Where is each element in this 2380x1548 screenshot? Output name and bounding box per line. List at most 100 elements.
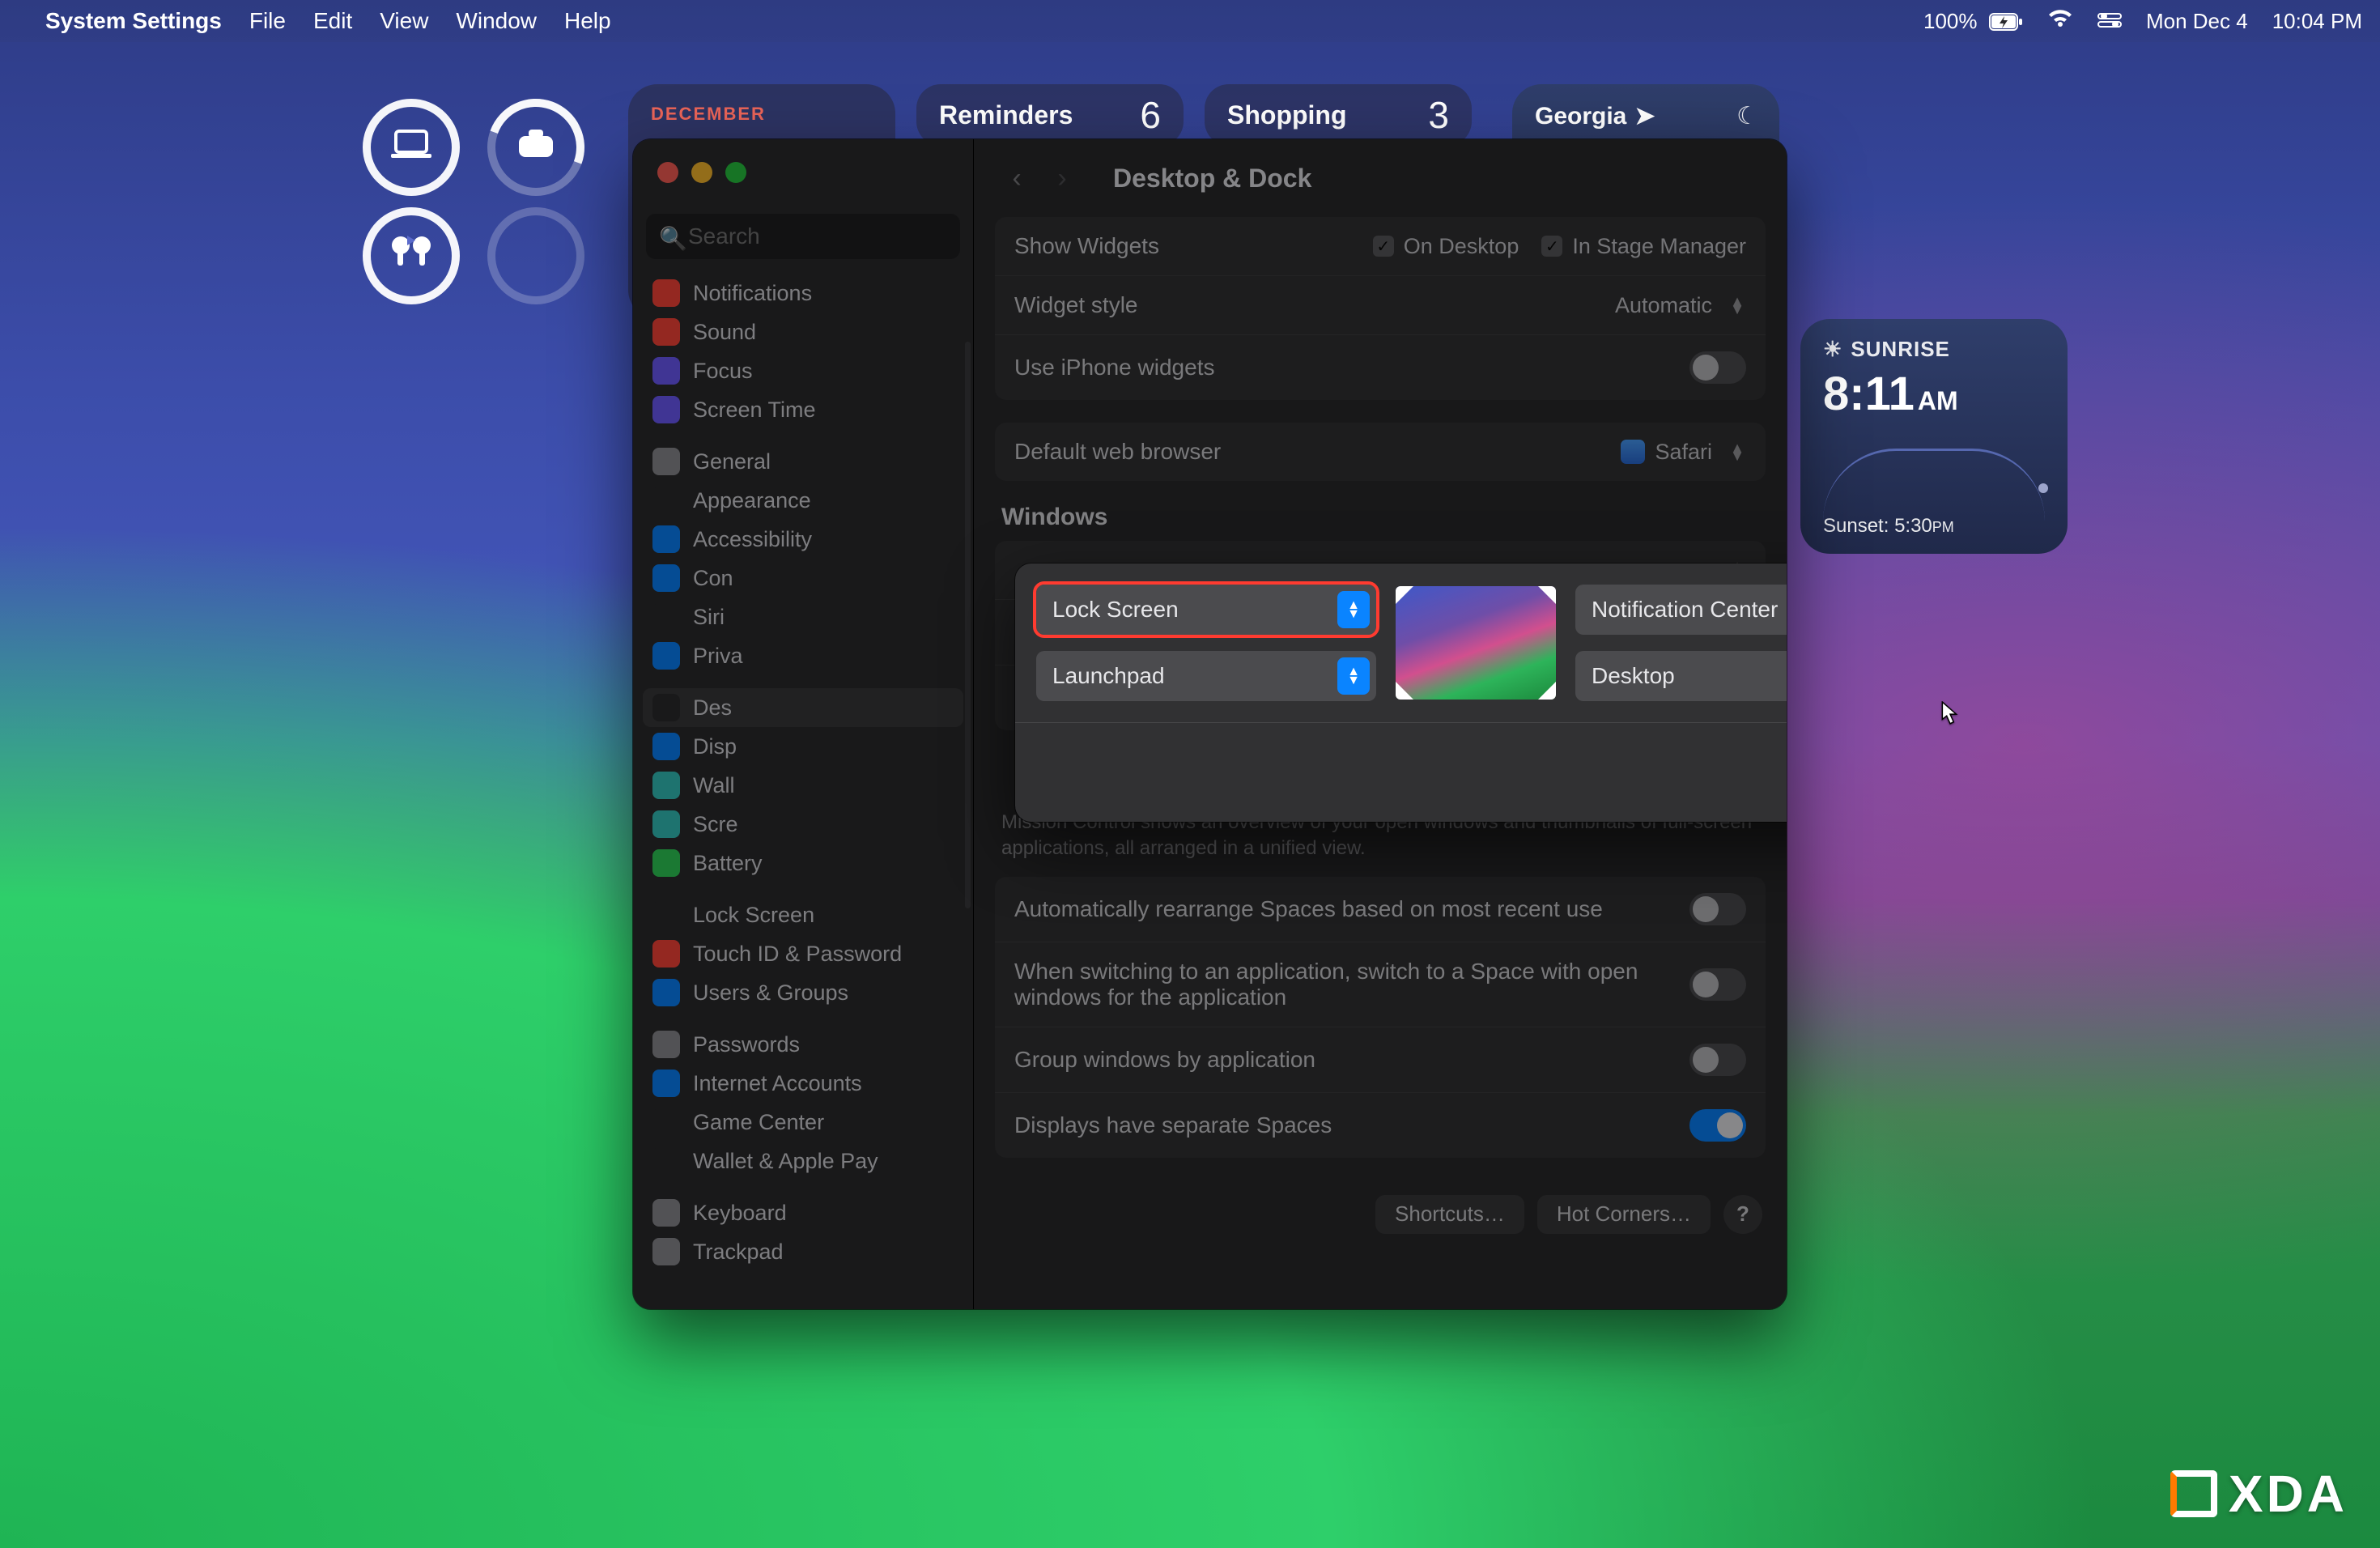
- sidebar-item[interactable]: Wallet & Apple Pay: [643, 1142, 963, 1180]
- sidebar-item-icon: [652, 396, 680, 423]
- sidebar-item-label: Passwords: [693, 1032, 800, 1057]
- sidebar-item-label: Scre: [693, 812, 738, 837]
- search-input[interactable]: [646, 214, 960, 259]
- menu-window[interactable]: Window: [456, 8, 537, 34]
- sidebar-item[interactable]: Internet Accounts: [643, 1064, 963, 1103]
- sidebar-item[interactable]: Wall: [643, 766, 963, 805]
- laptop-icon: [389, 125, 433, 170]
- forward-button[interactable]: ›: [1047, 163, 1077, 194]
- sidebar-item[interactable]: Sound: [643, 313, 963, 351]
- weather-city: Georgia ➤: [1535, 102, 1757, 130]
- iphone-widgets-toggle[interactable]: [1689, 351, 1746, 384]
- hot-corners-button[interactable]: Hot Corners…: [1537, 1195, 1711, 1234]
- back-button[interactable]: ‹: [1001, 163, 1032, 194]
- menu-file[interactable]: File: [249, 8, 286, 34]
- hot-corner-top-left-select[interactable]: Lock Screen▲▼: [1036, 585, 1376, 635]
- widget-batteries[interactable]: [340, 84, 607, 319]
- widget-style-row: Widget style Automatic▲▼: [995, 275, 1766, 334]
- sidebar-item-icon: [652, 979, 680, 1006]
- window-close-button[interactable]: [657, 162, 678, 183]
- sidebar-item[interactable]: Priva: [643, 636, 963, 675]
- sidebar-item-icon: [652, 357, 680, 385]
- sidebar-list[interactable]: Notifications SoundFocusScreen Time Genera…: [633, 270, 973, 1309]
- sidebar-item[interactable]: Keyboard: [643, 1193, 963, 1232]
- in-stage-checkbox[interactable]: ✓In Stage Manager: [1541, 234, 1746, 259]
- sidebar-item[interactable]: Accessibility: [643, 520, 963, 559]
- menubar-date[interactable]: Mon Dec 4: [2146, 9, 2248, 34]
- menu-view[interactable]: View: [380, 8, 428, 34]
- sidebar-item-icon: [652, 810, 680, 838]
- sidebar-item[interactable]: Scre: [643, 805, 963, 844]
- sidebar-item-label: Priva: [693, 644, 743, 669]
- sidebar-item-label: Internet Accounts: [693, 1071, 862, 1096]
- battery-tile-empty: [487, 207, 584, 304]
- switch-space-toggle[interactable]: [1689, 968, 1746, 1001]
- sidebar-item[interactable]: Game Center: [643, 1103, 963, 1142]
- sidebar-item[interactable]: Siri: [643, 598, 963, 636]
- window-traffic-lights: [633, 139, 973, 183]
- group-windows-row: Group windows by application: [995, 1027, 1766, 1092]
- sidebar-item-label: Wall: [693, 773, 735, 798]
- sidebar-item[interactable]: Disp: [643, 727, 963, 766]
- menubar-time[interactable]: 10:04 PM: [2272, 9, 2362, 34]
- sidebar-scrollbar[interactable]: [965, 342, 971, 908]
- search-icon: 🔍: [659, 225, 687, 252]
- shopping-label: Shopping: [1227, 100, 1347, 130]
- sidebar-item[interactable]: Con: [643, 559, 963, 598]
- sidebar-item[interactable]: General: [643, 442, 963, 481]
- default-browser-popup[interactable]: Safari▲▼: [1621, 440, 1746, 465]
- sidebar-item-label: Lock Screen: [693, 903, 814, 928]
- sidebar-item-icon: [652, 1238, 680, 1265]
- group-windows-toggle[interactable]: [1689, 1044, 1746, 1076]
- window-fullscreen-button[interactable]: [725, 162, 746, 183]
- default-browser-row: Default web browser Safari▲▼: [995, 423, 1766, 481]
- window-minimize-button[interactable]: [691, 162, 712, 183]
- sidebar-item-label: Siri: [693, 605, 725, 630]
- sidebar-item[interactable]: Touch ID & Password: [643, 934, 963, 973]
- mission-control-card: Automatically rearrange Spaces based on …: [995, 877, 1766, 1158]
- widget-style-popup[interactable]: Automatic▲▼: [1615, 293, 1746, 318]
- help-button[interactable]: ?: [1723, 1195, 1762, 1234]
- battery-status[interactable]: 100%: [1923, 9, 2023, 34]
- sidebar-item[interactable]: Lock Screen: [643, 895, 963, 934]
- on-desktop-checkbox[interactable]: ✓On Desktop: [1373, 234, 1519, 259]
- sidebar-item-icon: [652, 1199, 680, 1227]
- sidebar-item[interactable]: Appearance: [643, 481, 963, 520]
- sep-spaces-toggle[interactable]: [1689, 1109, 1746, 1142]
- sidebar-item[interactable]: Des: [643, 688, 963, 727]
- widget-shopping[interactable]: Shopping 3: [1205, 84, 1472, 146]
- widget-style-label: Widget style: [1014, 292, 1615, 318]
- sidebar-item-icon: [652, 901, 680, 929]
- shopping-count: 3: [1428, 93, 1449, 137]
- sunrise-icon: ☀︎: [1823, 337, 1842, 362]
- sidebar-search: 🔍: [646, 214, 960, 259]
- sidebar-item[interactable]: Trackpad: [643, 1232, 963, 1271]
- hot-corner-bottom-left-select[interactable]: Launchpad▲▼: [1036, 651, 1376, 701]
- sidebar-item-icon: [652, 525, 680, 553]
- case-icon: [516, 125, 556, 170]
- xda-logo-icon: [2170, 1470, 2217, 1517]
- control-center-icon[interactable]: [2097, 9, 2122, 34]
- sidebar-item[interactable]: Notifications: [643, 274, 963, 313]
- sidebar-item[interactable]: Users & Groups: [643, 973, 963, 1012]
- sidebar-item-label: Notifications: [693, 281, 812, 306]
- auto-spaces-toggle[interactable]: [1689, 893, 1746, 925]
- hot-corner-bottom-right-select[interactable]: Desktop▲▼: [1575, 651, 1787, 701]
- windows-section-header: Windows: [1001, 504, 1766, 531]
- widget-sunrise[interactable]: ☀︎SUNRISE 8:11AM Sunset: 5:30PM: [1800, 319, 2068, 554]
- sidebar-item[interactable]: Screen Time: [643, 390, 963, 429]
- widget-reminders[interactable]: Reminders 6: [916, 84, 1184, 146]
- shortcuts-button[interactable]: Shortcuts…: [1375, 1195, 1524, 1234]
- hot-corner-top-right-select[interactable]: Notification Center▲▼: [1575, 585, 1787, 635]
- sidebar-item-label: Des: [693, 695, 732, 721]
- sun-path-arc: [1823, 449, 2045, 521]
- sidebar-item[interactable]: Passwords: [643, 1025, 963, 1064]
- menu-edit[interactable]: Edit: [313, 8, 352, 34]
- wifi-icon[interactable]: [2047, 9, 2073, 34]
- show-widgets-row: Show Widgets ✓On Desktop ✓In Stage Manag…: [995, 217, 1766, 275]
- app-name-menu[interactable]: System Settings: [45, 8, 222, 34]
- location-icon: ➤: [1634, 102, 1655, 130]
- menu-help[interactable]: Help: [564, 8, 611, 34]
- sidebar-item[interactable]: Focus: [643, 351, 963, 390]
- sidebar-item[interactable]: Battery: [643, 844, 963, 882]
